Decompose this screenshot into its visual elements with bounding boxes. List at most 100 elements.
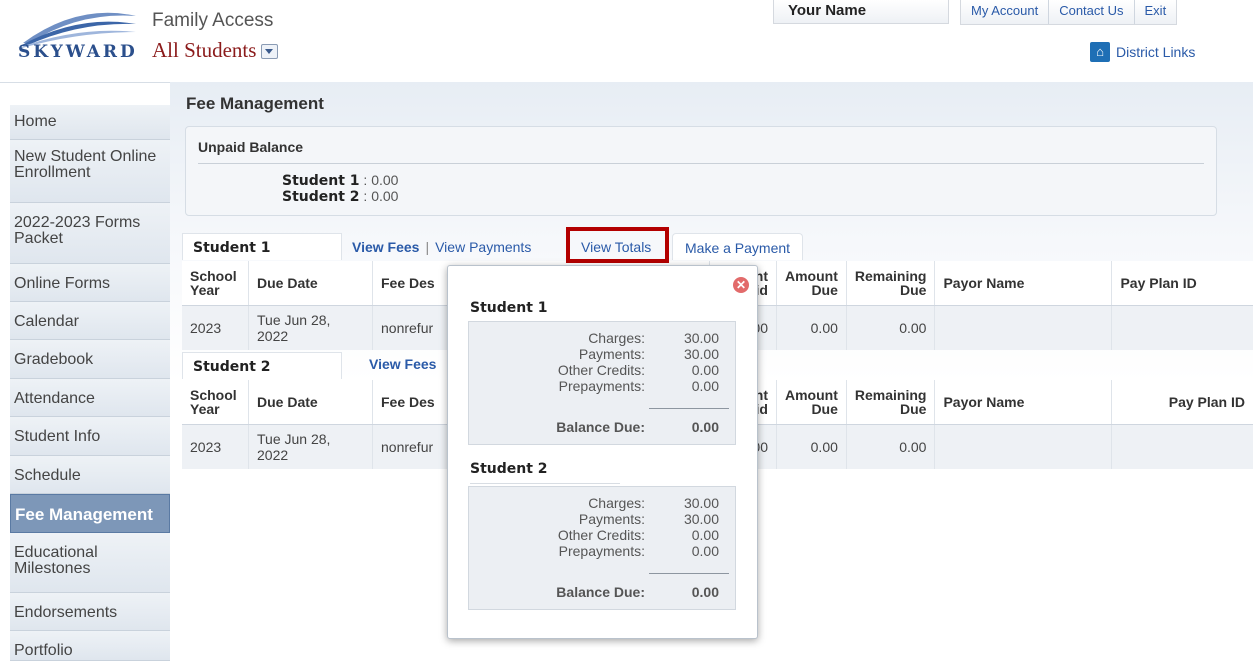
sidebar-item-schedule[interactable]: Schedule — [10, 456, 170, 494]
col-due-date[interactable]: Due Date — [248, 380, 373, 425]
totals-label: Payments: — [578, 511, 645, 527]
student-selector[interactable]: All Students — [152, 38, 279, 63]
totals-value: 0.00 — [691, 378, 719, 394]
totals-label: Prepayments: — [558, 543, 645, 559]
app-title: Family Access — [152, 10, 274, 31]
tab-view-fees[interactable]: View Fees — [369, 356, 436, 372]
totals-label: Other Credits: — [557, 527, 645, 543]
unpaid-balance-line: Student 1 : 0.00 — [282, 172, 398, 189]
cell-due-date: Tue Jun 28, 2022 — [248, 305, 373, 350]
balance-due-value: 0.00 — [691, 584, 719, 600]
totals-row: Other Credits: 0.00 — [469, 527, 735, 543]
sidebar-item-student-info[interactable]: Student Info — [10, 417, 170, 456]
my-account-link[interactable]: My Account — [961, 0, 1050, 24]
tab-view-payments[interactable]: View Payments — [435, 239, 531, 255]
cell-due-date: Tue Jun 28, 2022 — [248, 424, 373, 469]
unpaid-student-name: Student 1 — [282, 173, 360, 189]
student-selector-label: All Students — [152, 38, 257, 62]
tab-row: Student 1 View Fees | View Payments View T… — [182, 233, 1253, 261]
sidebar-item-home[interactable]: Home — [10, 105, 170, 140]
col-pay-plan-id[interactable]: Pay Plan ID — [1111, 261, 1253, 306]
sidebar-item-fee-management[interactable]: Fee Management — [10, 494, 170, 533]
balance-due-label: Balance Due: — [556, 419, 645, 435]
sidebar-nav: Home New Student Online Enrollment 2022-… — [10, 105, 170, 661]
totals-row: Payments: 30.00 — [469, 346, 735, 362]
sidebar-item-portfolio[interactable]: Portfolio — [10, 631, 170, 661]
totals-value: 30.00 — [683, 346, 719, 362]
totals-label: Payments: — [578, 346, 645, 362]
unpaid-balance-line: Student 2 : 0.00 — [282, 188, 398, 205]
student-tab-label: Student 1 — [182, 233, 342, 260]
cell-remaining-due: 0.00 — [846, 305, 936, 350]
divider — [198, 163, 1204, 164]
unpaid-value: 0.00 — [371, 172, 399, 188]
contact-us-link[interactable]: Contact Us — [1049, 0, 1135, 24]
exit-link[interactable]: Exit — [1135, 0, 1177, 24]
user-name: Your Name — [773, 0, 949, 24]
close-icon[interactable]: ✕ — [733, 277, 749, 293]
col-payor-name[interactable]: Payor Name — [934, 380, 1113, 425]
totals-row: Prepayments: 0.00 — [469, 543, 735, 559]
totals-value: 0.00 — [691, 362, 719, 378]
unpaid-student-name: Student 2 — [282, 189, 360, 205]
school-building-icon: ⌂ — [1090, 42, 1110, 62]
col-school-year[interactable]: School Year — [182, 380, 249, 425]
unpaid-balance-title: Unpaid Balance — [198, 139, 304, 155]
view-totals-highlight — [566, 227, 669, 263]
totals-divider — [649, 408, 729, 409]
unpaid-sep: : — [359, 172, 372, 188]
page-title: Fee Management — [186, 94, 324, 113]
tab-make-payment[interactable]: Make a Payment — [672, 233, 804, 260]
totals-value: 30.00 — [683, 495, 719, 511]
balance-due-label: Balance Due: — [556, 584, 645, 600]
totals-row: Charges: 30.00 — [469, 495, 735, 511]
totals-label: Prepayments: — [558, 378, 645, 394]
popup-totals-box: Charges: 30.00 Payments: 30.00 Other Credi… — [468, 321, 736, 445]
totals-label: Charges: — [588, 495, 645, 511]
sidebar-item-online-forms[interactable]: Online Forms — [10, 264, 170, 302]
sidebar-item-gradebook[interactable]: Gradebook — [10, 340, 170, 379]
fee-view-tabs: View Fees — [369, 356, 436, 372]
totals-row: Charges: 30.00 — [469, 330, 735, 346]
col-due-date[interactable]: Due Date — [248, 261, 373, 306]
totals-row: Prepayments: 0.00 — [469, 378, 735, 394]
cell-school-year: 2023 — [182, 305, 249, 350]
sidebar-item-attendance[interactable]: Attendance — [10, 379, 170, 417]
sidebar-item-calendar[interactable]: Calendar — [10, 302, 170, 340]
totals-row: Other Credits: 0.00 — [469, 362, 735, 378]
sidebar-item-forms-packet[interactable]: 2022-2023 Forms Packet — [10, 203, 170, 264]
col-amount-due[interactable]: Amount Due — [776, 261, 847, 306]
totals-value: 30.00 — [683, 511, 719, 527]
sidebar-item-educational-milestones[interactable]: Educational Milestones — [10, 533, 170, 593]
tab-view-fees[interactable]: View Fees — [352, 239, 419, 255]
totals-value: 0.00 — [691, 527, 719, 543]
cell-amount-due: 0.00 — [776, 305, 847, 350]
popup-student-title: Student 1 — [470, 298, 620, 323]
col-remaining-due[interactable]: Remaining Due — [846, 261, 936, 306]
col-remaining-due[interactable]: Remaining Due — [846, 380, 936, 425]
logo-text: SKYWARD — [18, 42, 138, 62]
balance-due-row: Balance Due: 0.00 — [469, 584, 735, 600]
sidebar-item-new-student-enrollment[interactable]: New Student Online Enrollment — [10, 140, 170, 203]
unpaid-balance-panel: Unpaid Balance Student 1 : 0.00 Student … — [185, 126, 1217, 216]
totals-row: Payments: 30.00 — [469, 511, 735, 527]
popup-totals-box: Charges: 30.00 Payments: 30.00 Other Credi… — [468, 486, 736, 610]
popup-student-title: Student 2 — [470, 459, 620, 484]
cell-pay-plan-id — [1111, 424, 1253, 469]
cell-payor-name — [934, 424, 1113, 469]
col-amount-due[interactable]: Amount Due — [776, 380, 847, 425]
tab-separator: | — [425, 239, 430, 255]
sidebar-item-endorsements[interactable]: Endorsements — [10, 593, 170, 631]
balance-due-value: 0.00 — [691, 419, 719, 435]
totals-value: 0.00 — [691, 543, 719, 559]
col-pay-plan-id[interactable]: Pay Plan ID — [1111, 380, 1253, 425]
chevron-down-icon[interactable] — [261, 44, 279, 59]
cell-remaining-due: 0.00 — [846, 424, 936, 469]
top-links: My Account Contact Us Exit — [960, 0, 1178, 25]
totals-label: Other Credits: — [557, 362, 645, 378]
header: SKYWARD Family Access All Students Your … — [0, 0, 1253, 83]
student-tab-label: Student 2 — [182, 352, 342, 379]
district-links[interactable]: ⌂ District Links — [1090, 42, 1195, 62]
col-payor-name[interactable]: Payor Name — [934, 261, 1113, 306]
col-school-year[interactable]: School Year — [182, 261, 249, 306]
